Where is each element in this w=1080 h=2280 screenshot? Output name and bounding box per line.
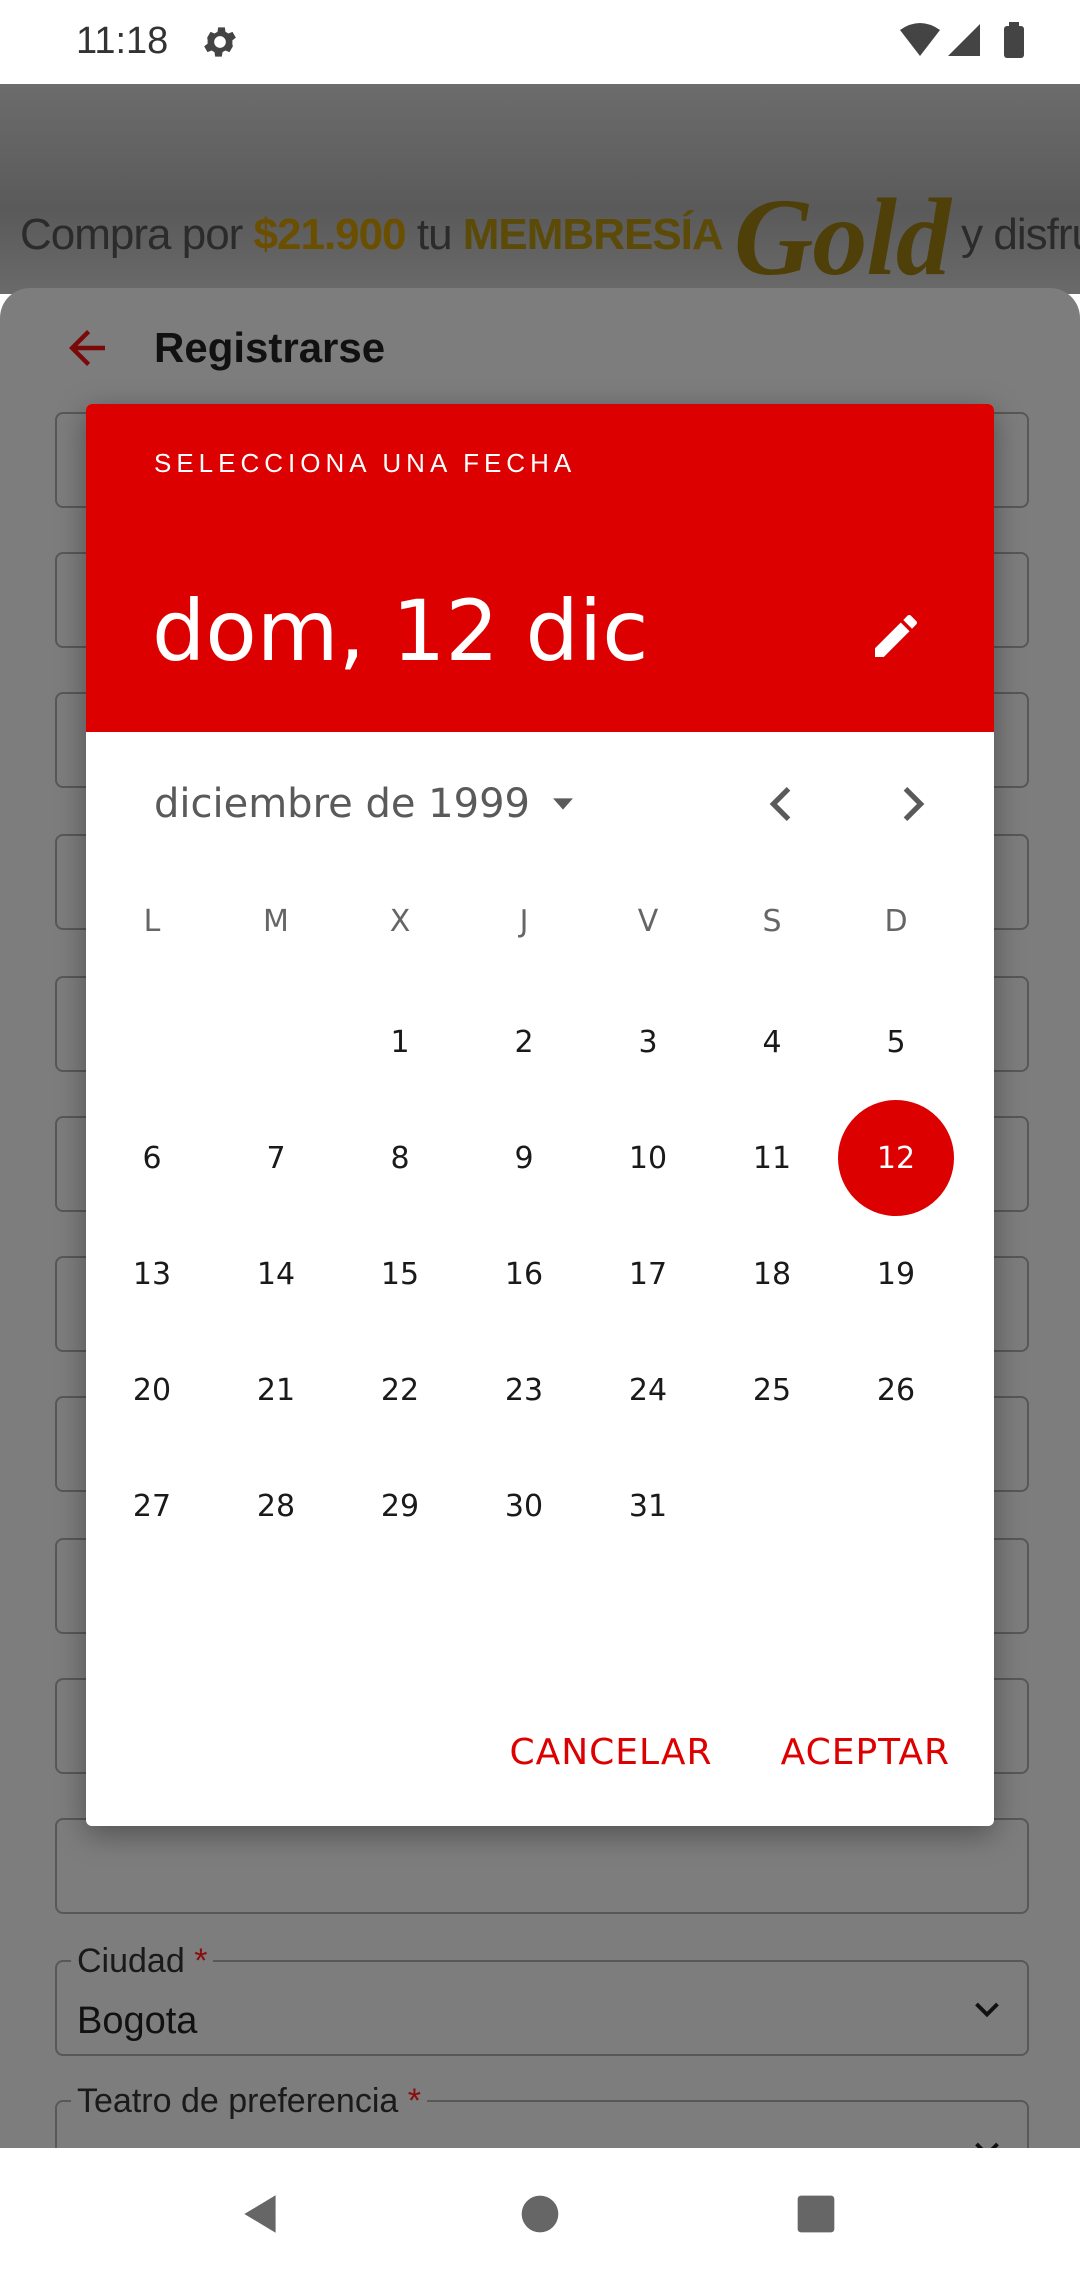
city-select[interactable]: Ciudad * Bogota [55,1942,1029,2056]
calendar-day[interactable]: 28 [218,1448,334,1564]
cancel-button[interactable]: CANCELAR [509,1732,712,1773]
calendar-day[interactable]: 8 [342,1100,458,1216]
weekday-label: X [389,904,411,939]
dialog-header: SELECCIONA UNA FECHA dom, 12 dic [86,404,994,732]
dialog-header-label: SELECCIONA UNA FECHA [154,448,577,478]
calendar-day[interactable]: 17 [590,1216,706,1332]
form-field[interactable] [55,1818,1029,1914]
caret-down-icon [553,798,573,810]
calendar-day[interactable]: 18 [714,1216,830,1332]
page-title: Registrarse [154,324,386,371]
weekday-header: LMXJVSD [90,904,990,954]
calendar-day[interactable]: 20 [94,1332,210,1448]
weekday-label: L [143,904,161,939]
weekday-label: M [263,904,289,939]
calendar-day[interactable]: 7 [218,1100,334,1216]
calendar-day[interactable]: 30 [466,1448,582,1564]
chevron-right-icon[interactable] [886,778,938,830]
calendar-day[interactable]: 16 [466,1216,582,1332]
city-label: Ciudad * [71,1942,214,1981]
pencil-icon[interactable] [868,608,924,664]
calendar-day[interactable]: 6 [94,1100,210,1216]
selected-day[interactable]: 12 [838,1100,954,1216]
calendar-day[interactable]: 10 [590,1100,706,1216]
promo-banner[interactable]: Compra por $21.900 tu MEMBRESÍA Gold y d… [0,84,1080,294]
city-value: Bogota [77,2000,198,2042]
calendar-day[interactable]: 3 [590,984,706,1100]
month-label: diciembre de 1999 [154,781,530,827]
nav-recents-icon[interactable] [796,2194,836,2234]
calendar-day[interactable]: 13 [94,1216,210,1332]
calendar-day[interactable]: 4 [714,984,830,1100]
gear-icon [204,27,236,57]
nav-home-icon[interactable] [520,2194,560,2234]
calendar-day[interactable]: 19 [838,1216,954,1332]
calendar-day[interactable]: 24 [590,1332,706,1448]
chevron-left-icon[interactable] [756,778,808,830]
back-arrow-icon[interactable] [60,321,114,375]
calendar-day[interactable]: 1 [342,984,458,1100]
weekday-label: J [519,904,529,939]
weekday-label: D [884,904,908,939]
calendar-day[interactable]: 15 [342,1216,458,1332]
wifi-icon [900,23,940,56]
weekday-label: V [637,904,659,939]
banner-text: Compra por $21.900 tu MEMBRESÍA Gold y d… [20,176,1080,294]
month-selector[interactable]: diciembre de 1999 [154,774,580,834]
date-picker-dialog: SELECCIONA UNA FECHA dom, 12 dic diciemb… [86,404,994,1826]
battery-icon [1004,26,1024,58]
sheet-header: Registrarse [60,318,385,378]
calendar-day[interactable]: 14 [218,1216,334,1332]
calendar-day[interactable]: 22 [342,1332,458,1448]
calendar-day[interactable]: 25 [714,1332,830,1448]
chevron-down-icon [975,2002,999,2018]
calendar-day[interactable]: 5 [838,984,954,1100]
calendar-day[interactable]: 9 [466,1100,582,1216]
calendar-day[interactable]: 21 [218,1332,334,1448]
status-icons [900,22,1024,58]
nav-back-icon[interactable] [236,2188,286,2240]
dialog-actions: CANCELAR ACEPTAR [509,1732,950,1773]
calendar-day[interactable]: 27 [94,1448,210,1564]
theater-label: Teatro de preferencia * [71,2082,427,2121]
status-bar: 11:18 [0,0,1080,84]
weekday-label: S [762,904,782,939]
calendar-day[interactable]: 31 [590,1448,706,1564]
nav-bar [0,2148,1080,2280]
calendar-day[interactable]: 26 [838,1332,954,1448]
status-time: 11:18 [76,20,169,62]
selected-date: dom, 12 dic [152,582,649,680]
signal-icon [948,24,980,56]
calendar-grid: 1 2 3 4 5 6 7 8 9 10 11 12 13 14 15 16 17 18 19 20 21 22 23 24 2… [90,984,990,1524]
accept-button[interactable]: ACEPTAR [781,1732,950,1773]
calendar-day[interactable]: 11 [714,1100,830,1216]
calendar-day[interactable]: 29 [342,1448,458,1564]
calendar-day[interactable]: 23 [466,1332,582,1448]
calendar-day[interactable]: 2 [466,984,582,1100]
